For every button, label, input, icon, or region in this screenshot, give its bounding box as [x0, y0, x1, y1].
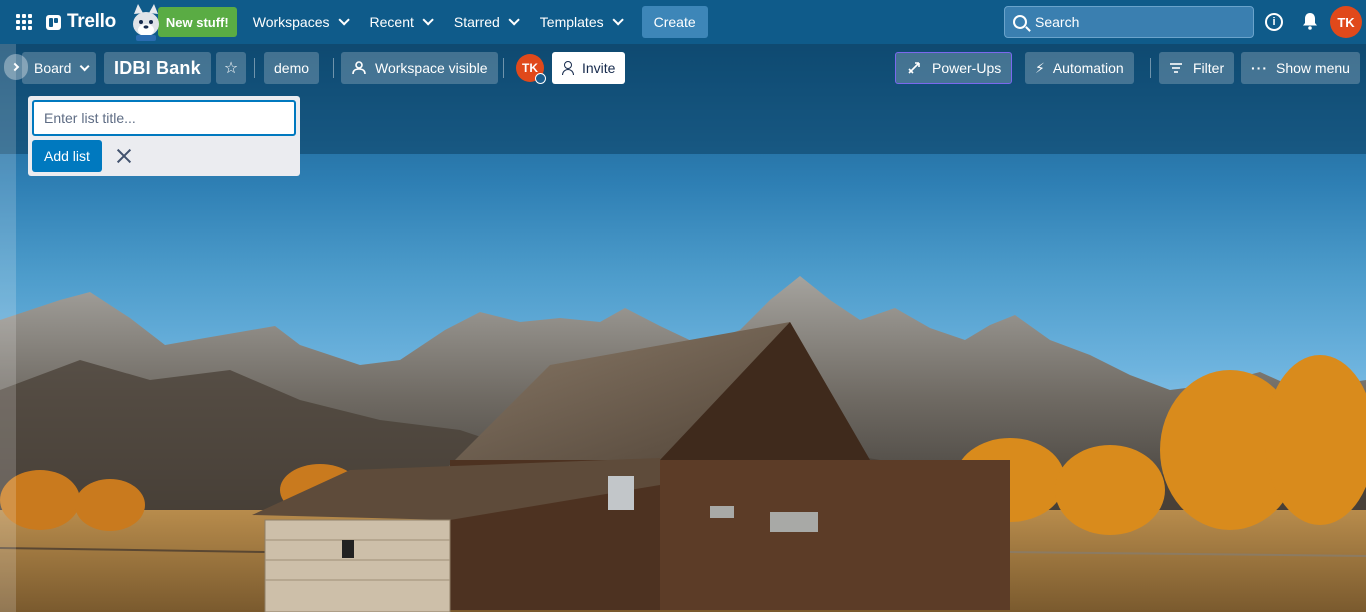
- search-icon: [1013, 15, 1027, 29]
- automation-button[interactable]: ⚡ Automation: [1025, 52, 1134, 84]
- board-member-avatar[interactable]: TK: [516, 54, 546, 84]
- search-input[interactable]: Search: [1004, 6, 1254, 38]
- rocket-icon: [908, 62, 920, 74]
- invite-label: Invite: [582, 60, 616, 76]
- nav-workspaces-label: Workspaces: [252, 14, 330, 30]
- chevron-down-icon: [612, 14, 624, 26]
- sidebar-collapsed-strip: [0, 44, 16, 612]
- header-divider: [254, 58, 255, 78]
- star-icon: ☆: [223, 60, 239, 77]
- add-list-controls: Add list: [32, 140, 296, 172]
- nav-starred-label: Starred: [453, 14, 500, 30]
- header-divider: [333, 58, 334, 78]
- powerups-label: Power-Ups: [932, 60, 1002, 76]
- header-divider: [1150, 58, 1151, 78]
- nav-templates-label: Templates: [539, 14, 604, 30]
- powerups-button[interactable]: Power-Ups: [895, 52, 1013, 84]
- visibility-button[interactable]: Workspace visible: [341, 52, 498, 84]
- top-navigation: Trello New stuff! Workspaces Recent Star…: [0, 0, 1366, 44]
- member-initials: TK: [522, 61, 538, 75]
- add-list-button[interactable]: Add list: [32, 140, 102, 172]
- chevron-right-icon: [10, 62, 20, 72]
- nav-templates[interactable]: Templates: [530, 6, 630, 38]
- add-list-composer: Add list: [28, 96, 300, 176]
- new-stuff-button[interactable]: New stuff!: [157, 7, 237, 37]
- board-view-label: Board: [34, 60, 72, 76]
- board-header: Board IDBI Bank ☆ demo Workspace visible…: [0, 44, 1366, 92]
- chevron-down-icon: [508, 14, 520, 26]
- nav-starred[interactable]: Starred: [444, 6, 526, 38]
- filter-button[interactable]: Filter: [1159, 52, 1235, 84]
- star-board-button[interactable]: ☆: [216, 52, 246, 84]
- user-avatar[interactable]: TK: [1330, 6, 1362, 38]
- nav-recent-label: Recent: [369, 14, 414, 30]
- board-title[interactable]: IDBI Bank: [104, 52, 211, 84]
- invite-button[interactable]: Invite: [552, 52, 626, 84]
- lightning-icon: ⚡: [1035, 59, 1045, 76]
- board-view-switcher[interactable]: Board: [22, 52, 97, 84]
- filter-label: Filter: [1193, 60, 1225, 76]
- more-dots-icon: ···: [1251, 60, 1268, 76]
- workspace-button[interactable]: demo: [264, 52, 320, 84]
- add-person-icon: [562, 61, 576, 75]
- show-menu-label: Show menu: [1276, 60, 1350, 76]
- workspace-visibility-icon: [352, 61, 366, 75]
- trello-logo-icon: [46, 14, 61, 30]
- automation-label: Automation: [1052, 60, 1124, 76]
- nav-workspaces[interactable]: Workspaces: [243, 6, 356, 38]
- list-title-input[interactable]: [32, 100, 296, 136]
- taco-mascot-icon: [128, 2, 164, 42]
- workspace-name: demo: [274, 60, 310, 76]
- nav-recent[interactable]: Recent: [360, 6, 440, 38]
- create-button[interactable]: Create: [641, 6, 708, 38]
- info-icon[interactable]: i: [1265, 13, 1283, 31]
- visibility-label: Workspace visible: [375, 60, 488, 76]
- close-icon[interactable]: [112, 144, 136, 168]
- filter-icon: [1170, 63, 1182, 73]
- chevron-down-icon: [337, 14, 350, 26]
- app-switcher-icon[interactable]: [12, 10, 36, 34]
- trello-logo[interactable]: Trello: [46, 11, 116, 33]
- show-menu-button[interactable]: ··· Show menu: [1241, 52, 1360, 84]
- search-placeholder: Search: [1035, 14, 1080, 30]
- board-title-text: IDBI Bank: [114, 57, 201, 78]
- app-name: Trello: [67, 11, 116, 32]
- notifications-bell-icon[interactable]: [1302, 12, 1318, 30]
- chevron-down-icon: [80, 60, 90, 71]
- header-divider: [503, 58, 504, 78]
- admin-badge-icon: [535, 73, 546, 84]
- chevron-down-icon: [422, 14, 434, 26]
